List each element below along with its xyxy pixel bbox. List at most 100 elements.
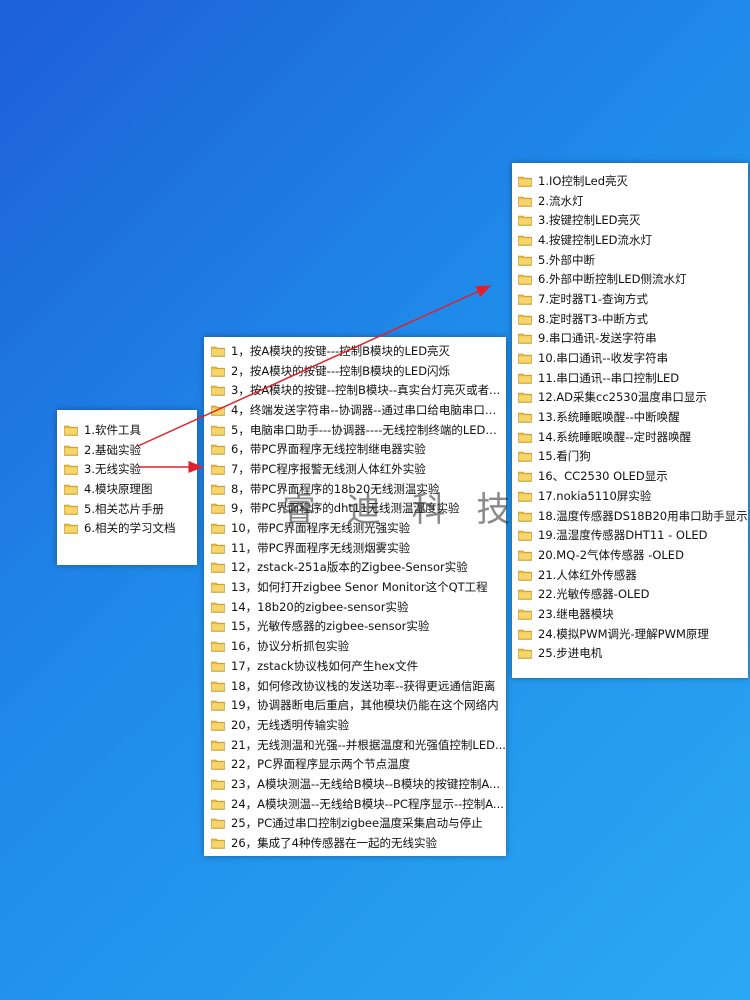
- folder-icon: [518, 391, 532, 404]
- folder-icon: [211, 463, 225, 475]
- basic-folder-item[interactable]: 10.串口通讯--收发字符串: [512, 348, 748, 368]
- folder-label: 21，无线测温和光强--并根据温度和光强值控制LED...: [231, 737, 506, 752]
- wireless-folder-item[interactable]: 4，终端发送字符串--协调器--通过串口给电脑串口助...: [204, 400, 506, 420]
- basic-folder-item[interactable]: 2.流水灯: [512, 191, 748, 211]
- wireless-folder-item[interactable]: 24，A模块测温--无线给B模块--PC程序显示--控制A...: [204, 794, 506, 814]
- folder-label: 3.无线实验: [84, 462, 141, 477]
- basic-folder-item[interactable]: 1.IO控制Led亮灭: [512, 171, 748, 191]
- wireless-folder-item[interactable]: 1，按A模块的按键---控制B模块的LED亮灭: [204, 341, 506, 361]
- wireless-folder-item[interactable]: 15，光敏传感器的zigbee-sensor实验: [204, 617, 506, 637]
- folder-label: 2.流水灯: [538, 193, 584, 208]
- basic-folder-item[interactable]: 11.串口通讯--串口控制LED: [512, 368, 748, 388]
- wireless-folder-item[interactable]: 26，集成了4种传感器在一起的无线实验: [204, 833, 506, 853]
- wireless-folder-item[interactable]: 18，如何修改协议栈的发送功率--获得更远通信距离: [204, 676, 506, 696]
- basic-folder-item[interactable]: 18.温度传感器DS18B20用串口助手显示: [512, 506, 748, 526]
- folder-label: 7.定时器T1-查询方式: [538, 291, 648, 306]
- basic-folder-item[interactable]: 17.nokia5110屏实验: [512, 486, 748, 506]
- folder-label: 11.串口通讯--串口控制LED: [538, 370, 680, 385]
- folder-label: 19.温湿度传感器DHT11 - OLED: [538, 528, 708, 543]
- folder-icon: [211, 404, 225, 416]
- wireless-folder-item[interactable]: 20，无线透明传输实验: [204, 715, 506, 735]
- folder-icon: [64, 483, 78, 495]
- basic-folder-item[interactable]: 21.人体红外传感器: [512, 565, 748, 585]
- folder-icon: [518, 214, 532, 227]
- folder-label: 18，如何修改协议栈的发送功率--获得更远通信距离: [231, 678, 496, 693]
- folder-label: 22.光敏传感器-OLED: [538, 587, 650, 602]
- folder-icon: [211, 483, 225, 495]
- folder-list-root: 1.软件工具 2.基础实验 3.无线实验 4.模块原理图 5.相关芯片手册 6.相关的学习…: [57, 410, 197, 565]
- basic-folder-item[interactable]: 22.光敏传感器-OLED: [512, 584, 748, 604]
- folder-icon: [211, 581, 225, 593]
- wireless-folder-item[interactable]: 12，zstack-251a版本的Zigbee-Sensor实验: [204, 558, 506, 578]
- wireless-folder-item[interactable]: 19，协调器断电后重启，其他模块仍能在这个网络内: [204, 695, 506, 715]
- folder-label: 4.按键控制LED流水灯: [538, 232, 652, 247]
- wireless-folder-item[interactable]: 21，无线测温和光强--并根据温度和光强值控制LED...: [204, 735, 506, 755]
- folder-icon: [211, 660, 225, 672]
- root-folder-item[interactable]: 5.相关芯片手册: [57, 499, 197, 519]
- wireless-folder-item[interactable]: 3，按A模块的按键--控制B模块--真实台灯亮灭或者...: [204, 380, 506, 400]
- folder-label: 5，电脑串口助手---协调器----无线控制终端的LED亮...: [231, 422, 506, 437]
- wireless-folder-item[interactable]: 11，带PC界面程序无线测烟雾实验: [204, 538, 506, 558]
- folder-label: 4.模块原理图: [84, 481, 153, 496]
- basic-folder-item[interactable]: 4.按键控制LED流水灯: [512, 230, 748, 250]
- folder-icon: [211, 561, 225, 574]
- folder-label: 6.外部中断控制LED侧流水灯: [538, 272, 687, 287]
- folder-label: 1.软件工具: [84, 422, 141, 437]
- basic-folder-item[interactable]: 14.系统睡眠唤醒--定时器唤醒: [512, 427, 748, 447]
- folder-label: 5.外部中断: [538, 252, 595, 267]
- wireless-folder-item[interactable]: 22，PC界面程序显示两个节点温度: [204, 754, 506, 774]
- root-folder-item[interactable]: 6.相关的学习文档: [57, 518, 197, 538]
- root-folder-item[interactable]: 1.软件工具: [57, 420, 197, 440]
- folder-label: 3，按A模块的按键--控制B模块--真实台灯亮灭或者...: [231, 383, 501, 398]
- folder-icon: [518, 588, 532, 601]
- watermark-text: 睿 迪 科 技: [282, 490, 521, 530]
- folder-label: 14.系统睡眠唤醒--定时器唤醒: [538, 429, 692, 444]
- folder-icon: [211, 778, 225, 790]
- root-folder-item[interactable]: 3.无线实验: [57, 459, 197, 479]
- folder-icon: [211, 345, 225, 357]
- basic-folder-item[interactable]: 8.定时器T3-中断方式: [512, 309, 748, 329]
- basic-folder-item[interactable]: 24.模拟PWM调光-理解PWM原理: [512, 624, 748, 644]
- folder-label: 4，终端发送字符串--协调器--通过串口给电脑串口助...: [231, 402, 506, 417]
- wireless-folder-item[interactable]: 13，如何打开zigbee Senor Monitor这个QT工程: [204, 577, 506, 597]
- folder-label: 12.AD采集cc2530温度串口显示: [538, 390, 707, 405]
- wireless-folder-item[interactable]: 5，电脑串口助手---协调器----无线控制终端的LED亮...: [204, 420, 506, 440]
- wireless-folder-item[interactable]: 16，协议分析抓包实验: [204, 636, 506, 656]
- wireless-folder-item[interactable]: 17，zstack协议栈如何产生hex文件: [204, 656, 506, 676]
- basic-folder-item[interactable]: 23.继电器模块: [512, 604, 748, 624]
- wireless-folder-item[interactable]: 7，带PC程序报警无线测人体红外实验: [204, 459, 506, 479]
- basic-folder-item[interactable]: 16、CC2530 OLED显示: [512, 466, 748, 486]
- folder-icon: [518, 234, 532, 246]
- root-folder-list: 1.软件工具 2.基础实验 3.无线实验 4.模块原理图 5.相关芯片手册 6.相关的学习…: [57, 420, 197, 538]
- basic-folder-item[interactable]: 6.外部中断控制LED侧流水灯: [512, 269, 748, 289]
- folder-icon: [64, 424, 78, 436]
- folder-label: 13，如何打开zigbee Senor Monitor这个QT工程: [231, 580, 488, 595]
- root-folder-item[interactable]: 4.模块原理图: [57, 479, 197, 499]
- folder-label: 23，A模块测温--无线给B模块--B模块的按键控制A...: [231, 776, 501, 791]
- basic-folder-item[interactable]: 25.步进电机: [512, 644, 748, 664]
- folder-icon: [211, 542, 225, 554]
- wireless-folder-item[interactable]: 2，按A模块的按键---控制B模块的LED闪烁: [204, 361, 506, 381]
- basic-folder-item[interactable]: 9.串口通讯-发送字符串: [512, 329, 748, 349]
- basic-folder-item[interactable]: 12.AD采集cc2530温度串口显示: [512, 388, 748, 408]
- wireless-folder-item[interactable]: 6，带PC界面程序无线控制继电器实验: [204, 439, 506, 459]
- basic-folder-item[interactable]: 5.外部中断: [512, 250, 748, 270]
- basic-folder-item[interactable]: 20.MQ-2气体传感器 -OLED: [512, 545, 748, 565]
- basic-folder-item[interactable]: 19.温湿度传感器DHT11 - OLED: [512, 525, 748, 545]
- folder-icon: [518, 529, 532, 542]
- basic-folder-item[interactable]: 15.看门狗: [512, 447, 748, 467]
- folder-icon: [64, 522, 78, 535]
- folder-icon: [64, 463, 78, 476]
- folder-label: 21.人体红外传感器: [538, 567, 637, 582]
- folder-icon: [211, 365, 225, 377]
- wireless-folder-item[interactable]: 14，18b20的zigbee-sensor实验: [204, 597, 506, 617]
- folder-label: 24，A模块测温--无线给B模块--PC程序显示--控制A...: [231, 796, 504, 811]
- folder-icon: [211, 384, 225, 397]
- root-folder-item[interactable]: 2.基础实验: [57, 440, 197, 460]
- wireless-folder-item[interactable]: 23，A模块测温--无线给B模块--B模块的按键控制A...: [204, 774, 506, 794]
- basic-folder-item[interactable]: 13.系统睡眠唤醒--中断唤醒: [512, 407, 748, 427]
- wireless-folder-item[interactable]: 25，PC通过串口控制zigbee温度采集启动与停止: [204, 814, 506, 834]
- folder-icon: [211, 640, 225, 652]
- basic-folder-item[interactable]: 3.按键控制LED亮灭: [512, 210, 748, 230]
- basic-folder-item[interactable]: 7.定时器T1-查询方式: [512, 289, 748, 309]
